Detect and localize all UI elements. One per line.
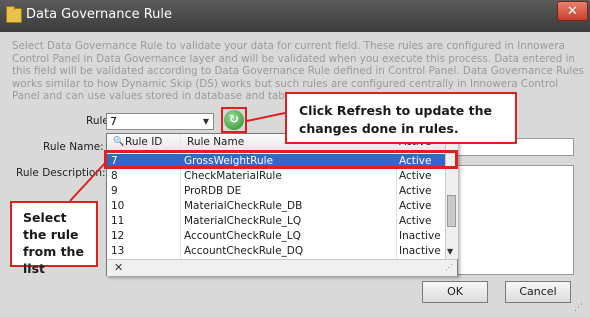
select-callout-text: Select the rule from the list: [23, 210, 84, 276]
refresh-callout: Click Refresh to update the changes done…: [285, 92, 517, 144]
select-arrow: [69, 161, 107, 202]
data-governance-rule-window: Data Governance Rule ✕ Select Data Gover…: [0, 0, 590, 317]
refresh-arrow: [246, 112, 286, 122]
select-callout: Select the rule from the list: [10, 201, 98, 276]
refresh-callout-text: Click Refresh to update the changes done…: [299, 103, 492, 136]
